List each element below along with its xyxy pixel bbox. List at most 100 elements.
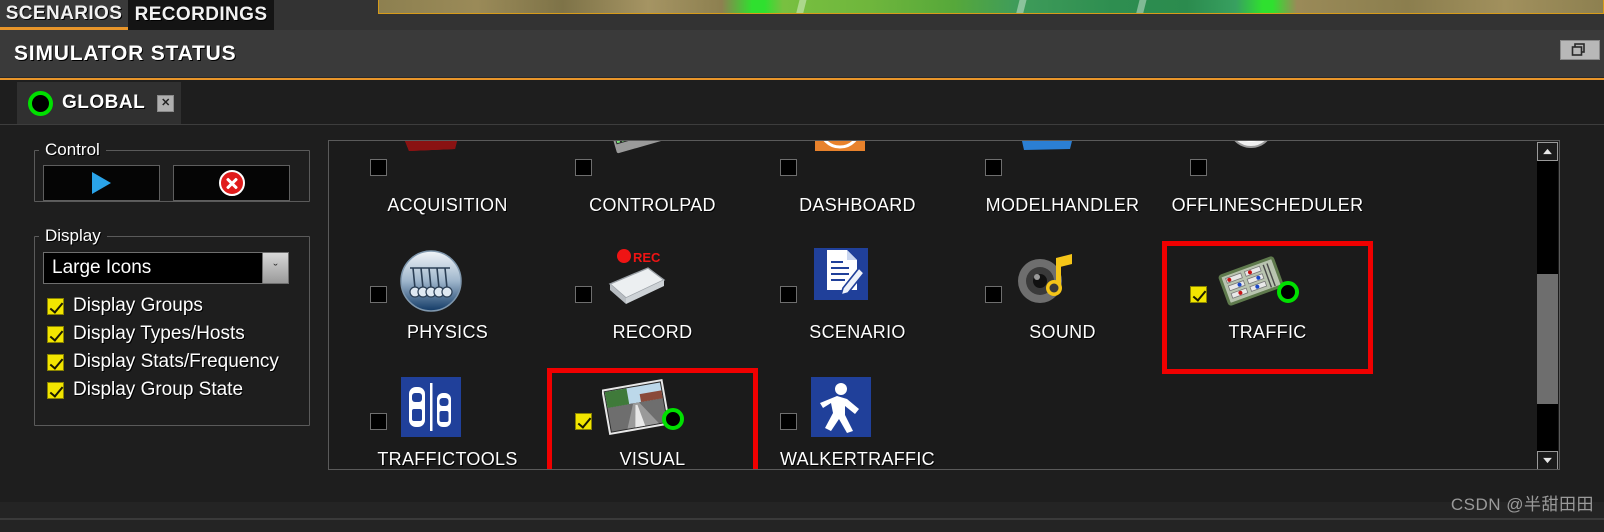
left-control-column: Control Display Large Icons ˇ Display Gr… [0,126,322,504]
checkbox-display-groups[interactable]: Display Groups [35,292,309,320]
module-checkbox[interactable] [575,159,592,176]
scroll-up-button[interactable] [1537,142,1558,161]
pedestrian-icon [807,375,875,441]
module-cell-offlinescheduler[interactable]: OFFLINESCHEDULER [1165,141,1370,244]
module-label: CONTROLPAD [589,195,716,215]
module-label: MODELHANDLER [985,195,1140,215]
group-tab-label: GLOBAL [62,92,146,113]
module-cell-scenario[interactable]: SCENARIO [755,244,960,371]
module-checkbox[interactable] [370,286,387,303]
module-label: SOUND [1029,322,1096,342]
module-checkbox[interactable] [1190,286,1207,303]
module-label: WALKERTRAFFIC [780,449,935,469]
display-group-legend: Display [45,226,101,245]
module-label: TRAFFICTOOLS [377,449,518,469]
tab-underline [0,124,1604,125]
close-icon[interactable]: ✕ [157,94,175,112]
clock-icon [1217,141,1285,187]
newton-cradle-icon [397,248,465,314]
bottom-divider [0,518,1604,520]
csdn-watermark: CSDN @半甜田田 [1450,495,1594,514]
module-checkbox[interactable] [780,286,797,303]
scroll-down-button[interactable] [1537,451,1558,469]
svg-text:REC: REC [633,250,661,265]
checkbox-label: Display Stats/Frequency [73,351,279,372]
tab-scenarios[interactable]: SCENARIOS [0,0,128,30]
road-view-icon [602,375,670,441]
page-title: SIMULATOR STATUS [14,42,237,65]
module-checkbox[interactable] [780,159,797,176]
restore-window-icon[interactable] [1560,40,1600,60]
module-grid: ACQUISITION CONTROLPAD DASHBOARD MODELHANDL… [328,140,1560,470]
module-cell-dashboard[interactable]: DASHBOARD [755,141,960,244]
document-pen-icon [807,248,875,314]
main-panel: GLOBAL ✕ Control Display Large Icons ˇ D… [0,78,1604,502]
control-group: Control [34,140,310,202]
display-group: Display Large Icons ˇ Display Groups Dis… [34,226,310,426]
module-checkbox[interactable] [985,159,1002,176]
checkbox-icon [47,325,64,343]
group-state-led-icon [28,90,53,116]
stop-button[interactable] [173,165,290,201]
tab-recordings-label: RECORDINGS [134,4,268,25]
chevron-down-icon[interactable]: ˇ [262,253,288,283]
tab-recordings[interactable]: RECORDINGS [128,0,274,30]
top-tab-strip: SCENARIOS RECORDINGS [0,0,1604,30]
checkbox-icon [47,353,64,371]
bottom-bar [0,502,1604,532]
module-label: PHYSICS [406,322,489,342]
module-checkbox[interactable] [985,286,1002,303]
car-red-icon [397,141,465,187]
dashboard-icon [807,141,875,187]
control-group-legend: Control [45,140,100,159]
module-cell-visual[interactable]: VISUAL [547,368,758,469]
module-label: DASHBOARD [799,195,916,215]
checkbox-display-types-hosts[interactable]: Display Types/Hosts [35,320,309,348]
module-cell-walkertraffic[interactable]: WALKERTRAFFIC [755,371,960,469]
module-checkbox[interactable] [575,286,592,303]
module-cell-traffic[interactable]: TRAFFIC [1162,241,1373,374]
module-label: ACQUISITION [387,195,508,215]
car-blue-icon [1012,141,1080,187]
traffic-board-icon [1217,248,1285,314]
module-label: SCENARIO [809,322,906,342]
module-label: OFFLINESCHEDULER [1171,195,1364,215]
module-state-led-icon [662,408,684,430]
module-checkbox[interactable] [370,159,387,176]
play-button[interactable] [43,165,160,201]
window-titlebar: SIMULATOR STATUS [0,30,1604,78]
module-label: RECORD [612,322,693,342]
checkbox-icon [47,297,64,315]
module-cell-record[interactable]: REC RECORD [550,244,755,371]
view-mode-select[interactable]: Large Icons ˇ [43,252,289,284]
module-cell-sound[interactable]: SOUND [960,244,1165,371]
module-cell-traffictools[interactable]: TRAFFICTOOLS [345,371,550,469]
controlpad-icon [602,141,670,187]
group-tab-global[interactable]: GLOBAL ✕ [17,82,181,124]
checkbox-label: Display Groups [73,295,203,316]
record-disk-icon: REC [602,248,670,314]
checkbox-label: Display Types/Hosts [73,323,245,344]
tab-scenarios-label: SCENARIOS [5,2,123,24]
module-checkbox[interactable] [780,413,797,430]
simulator-status-window: SCENARIOS RECORDINGS SIMULATOR STATUS GL… [0,0,1604,532]
checkbox-display-group-state[interactable]: Display Group State [35,376,309,404]
module-cell-physics[interactable]: PHYSICS [345,244,550,371]
module-state-led-icon [1277,281,1299,303]
checkbox-icon [47,381,64,399]
module-cell-modelhandler[interactable]: MODELHANDLER [960,141,1165,244]
module-checkbox[interactable] [370,413,387,430]
module-cell-acquisition[interactable]: ACQUISITION [345,141,550,244]
two-cars-icon [397,375,465,441]
module-checkbox[interactable] [575,413,592,430]
speaker-note-icon [1012,248,1080,314]
module-label: TRAFFIC [1228,322,1307,342]
scrollbar-thumb[interactable] [1537,274,1558,404]
view-mode-value: Large Icons [52,257,152,278]
grid-vertical-scrollbar[interactable] [1537,142,1558,469]
module-cell-controlpad[interactable]: CONTROLPAD [550,141,755,244]
module-grid-inner: ACQUISITION CONTROLPAD DASHBOARD MODELHANDL… [329,141,1533,469]
checkbox-display-stats-frequency[interactable]: Display Stats/Frequency [35,348,309,376]
module-checkbox[interactable] [1190,159,1207,176]
checkbox-label: Display Group State [73,379,244,400]
